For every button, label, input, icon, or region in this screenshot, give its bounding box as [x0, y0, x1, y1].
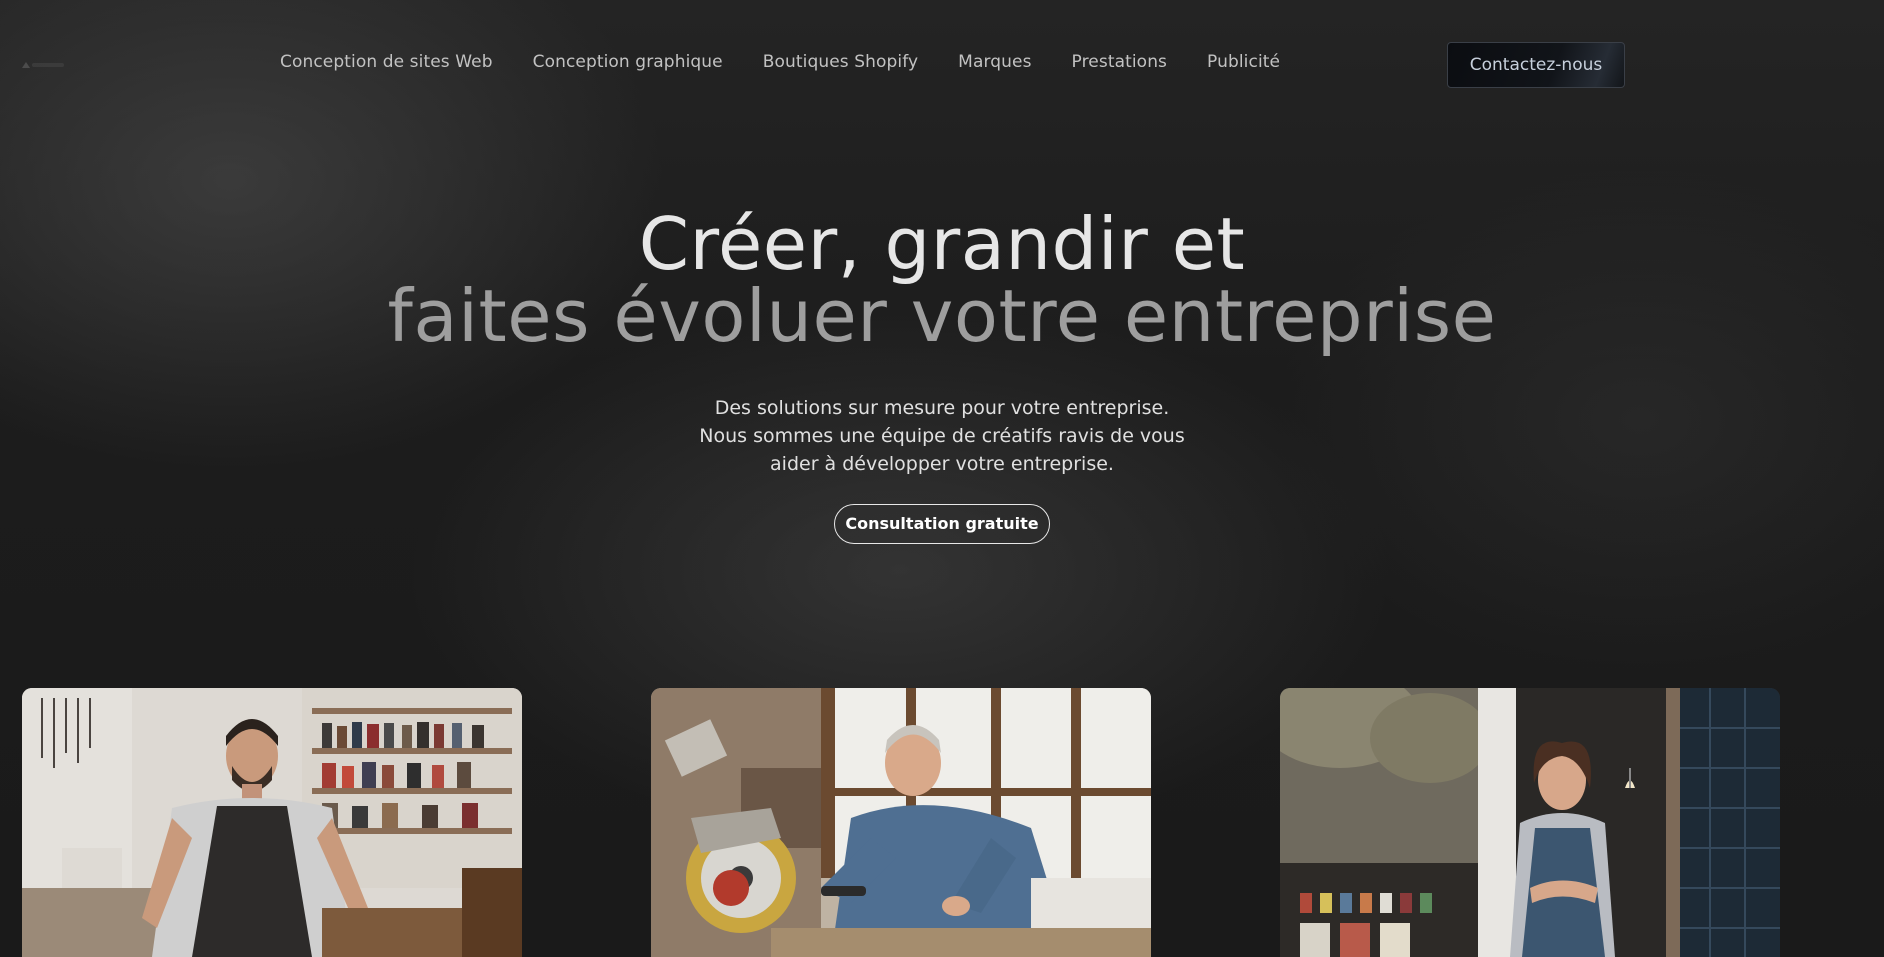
nav-item-advertising[interactable]: Publicité [1207, 52, 1280, 72]
logo-wordmark [32, 63, 64, 67]
photo-card-workshop-craftsman [22, 688, 522, 957]
nav-item-brands[interactable]: Marques [958, 52, 1031, 72]
carpenter-image [651, 688, 1151, 957]
free-consultation-button[interactable]: Consultation gratuite [834, 504, 1050, 544]
hero-title-line1: Créer, grandir et [638, 202, 1246, 286]
workshop-craftsman-image [22, 688, 522, 957]
hero-section: Créer, grandir et faites évoluer votre e… [0, 208, 1884, 544]
nav-item-graphic-design[interactable]: Conception graphique [533, 52, 723, 72]
photo-card-shop-owner [1280, 688, 1780, 957]
contact-button[interactable]: Contactez-nous [1447, 42, 1625, 88]
nav-item-services[interactable]: Prestations [1072, 52, 1168, 72]
hero-tagline: Des solutions sur mesure pour votre entr… [699, 397, 1185, 475]
nav-item-shopify-stores[interactable]: Boutiques Shopify [763, 52, 918, 72]
logo-icon [22, 62, 30, 68]
nav-item-web-design[interactable]: Conception de sites Web [280, 52, 493, 72]
shop-owner-image [1280, 688, 1780, 957]
photo-card-carpenter [651, 688, 1151, 957]
hero-title-line2: faites évoluer votre entreprise [387, 274, 1497, 358]
brand-logo[interactable] [22, 60, 66, 70]
hero-title: Créer, grandir et faites évoluer votre e… [0, 208, 1884, 352]
main-navigation: Conception de sites Web Conception graph… [280, 52, 1280, 72]
